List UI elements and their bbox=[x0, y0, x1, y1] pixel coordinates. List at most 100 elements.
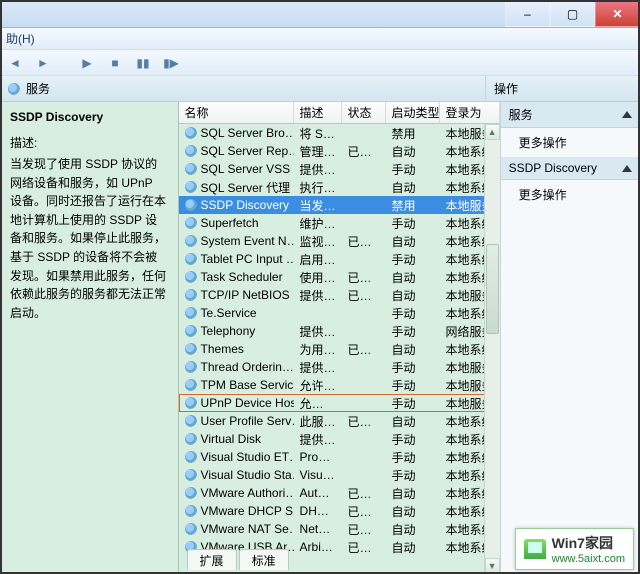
table-row[interactable]: Visual Studio Sta…Visu…手动本地系统 bbox=[179, 466, 500, 484]
table-row[interactable]: Virtual Disk提供…手动本地系统 bbox=[179, 430, 500, 448]
cell-desc: 提供… bbox=[294, 359, 342, 376]
table-row[interactable]: VMware DHCP S…DHC…已启动自动本地系统 bbox=[179, 502, 500, 520]
cell-name: Task Scheduler bbox=[201, 270, 283, 284]
actions-section-selected[interactable]: SSDP Discovery bbox=[501, 157, 640, 180]
table-row[interactable]: Task Scheduler使用…已启动自动本地系统 bbox=[179, 268, 500, 286]
table-row[interactable]: SQL Server 代理 …执行…自动本地系统 bbox=[179, 178, 500, 196]
cell-name: TPM Base Servic… bbox=[201, 378, 294, 392]
table-row[interactable]: Superfetch维护…手动本地系统 bbox=[179, 214, 500, 232]
table-row[interactable]: Tablet PC Input …启用…手动本地系统 bbox=[179, 250, 500, 268]
play-icon[interactable]: ▶ bbox=[78, 54, 96, 72]
cell-startup: 自动 bbox=[386, 233, 440, 250]
table-row[interactable]: Te.Service手动本地系统 bbox=[179, 304, 500, 322]
cell-startup: 手动 bbox=[386, 449, 440, 466]
service-icon bbox=[185, 361, 197, 373]
service-icon bbox=[185, 235, 197, 247]
service-icon bbox=[185, 451, 197, 463]
cell-desc: 使用… bbox=[294, 269, 342, 286]
tool-bar: ◄ ► ▶ ■ ▮▮ ▮▶ bbox=[0, 50, 640, 76]
cell-name: VMware DHCP S… bbox=[201, 504, 294, 518]
restart-icon[interactable]: ▮▶ bbox=[162, 54, 180, 72]
description-label: 描述: bbox=[10, 134, 168, 151]
service-icon bbox=[185, 271, 197, 283]
cell-status: 已启动 bbox=[342, 341, 386, 358]
cell-name: Virtual Disk bbox=[201, 432, 261, 446]
actions-section-services[interactable]: 服务 bbox=[501, 102, 640, 128]
service-icon bbox=[185, 307, 197, 319]
nav-back-icon[interactable]: ◄ bbox=[6, 54, 24, 72]
cell-name: Telephony bbox=[201, 324, 256, 338]
table-row[interactable]: SQL Server Rep…管理…已启动自动本地系统 bbox=[179, 142, 500, 160]
table-row[interactable]: Themes为用…已启动自动本地系统 bbox=[179, 340, 500, 358]
table-row[interactable]: Thread Orderin…提供…手动本地服务 bbox=[179, 358, 500, 376]
table-row[interactable]: VMware NAT Se…Net…已启动自动本地系统 bbox=[179, 520, 500, 538]
main-content: SSDP Discovery 描述: 当发现了使用 SSDP 协议的网络设备和服… bbox=[0, 102, 640, 574]
cell-startup: 手动 bbox=[386, 251, 440, 268]
cell-desc: Visu… bbox=[294, 468, 342, 482]
table-row[interactable]: Telephony提供…手动网络服务 bbox=[179, 322, 500, 340]
service-icon bbox=[185, 181, 197, 193]
scroll-down-icon[interactable]: ▼ bbox=[485, 558, 500, 574]
cell-startup: 自动 bbox=[386, 521, 440, 538]
col-logon[interactable]: 登录为 bbox=[440, 102, 500, 123]
service-icon bbox=[185, 397, 197, 409]
cell-desc: 提供… bbox=[294, 287, 342, 304]
cell-status: 已启动 bbox=[342, 521, 386, 538]
service-icon bbox=[185, 433, 197, 445]
cell-desc: DHC… bbox=[294, 504, 342, 518]
service-icon bbox=[185, 145, 197, 157]
col-status[interactable]: 状态 bbox=[342, 102, 386, 123]
watermark: Win7家园 www.5aixt.com bbox=[515, 528, 634, 570]
cell-status: 已启动 bbox=[342, 233, 386, 250]
cell-startup: 自动 bbox=[386, 539, 440, 556]
table-row[interactable]: UPnP Device Host允许 …手动本地服务 bbox=[179, 394, 500, 412]
table-row[interactable]: User Profile Serv…此服…已启动自动本地系统 bbox=[179, 412, 500, 430]
service-icon bbox=[185, 217, 197, 229]
cell-desc: 为用… bbox=[294, 341, 342, 358]
col-name[interactable]: 名称 bbox=[179, 102, 294, 123]
service-icon bbox=[185, 253, 197, 265]
watermark-title: Win7家园 bbox=[552, 535, 613, 551]
table-row[interactable]: VMware Authori…Auth…已启动自动本地系统 bbox=[179, 484, 500, 502]
actions-more-1[interactable]: 更多操作 bbox=[501, 128, 640, 157]
maximize-icon: ▢ bbox=[567, 7, 578, 21]
cell-name: VMware Authori… bbox=[201, 486, 294, 500]
tab-extended[interactable]: 扩展 bbox=[187, 549, 237, 570]
cell-name: Superfetch bbox=[201, 216, 259, 230]
selected-service-title: SSDP Discovery bbox=[10, 110, 168, 124]
nav-forward-icon[interactable]: ► bbox=[34, 54, 52, 72]
close-button[interactable]: ✕ bbox=[595, 0, 640, 27]
cell-startup: 禁用 bbox=[386, 125, 440, 142]
scrollbar-vertical[interactable]: ▲ ▼ bbox=[484, 124, 500, 574]
tab-standard[interactable]: 标准 bbox=[239, 549, 289, 570]
collapse-icon bbox=[622, 165, 632, 172]
table-row[interactable]: SQL Server VSS …提供…手动本地系统 bbox=[179, 160, 500, 178]
stop-icon[interactable]: ■ bbox=[106, 54, 124, 72]
table-row[interactable]: System Event N…监视…已启动自动本地系统 bbox=[179, 232, 500, 250]
cell-startup: 自动 bbox=[386, 485, 440, 502]
service-rows: SQL Server Bro…将 S…禁用本地服务SQL Server Rep…… bbox=[179, 124, 500, 574]
table-row[interactable]: TPM Base Servic…允许…手动本地服务 bbox=[179, 376, 500, 394]
cell-name: Visual Studio ET… bbox=[201, 450, 294, 464]
table-row[interactable]: SSDP Discovery当发…禁用本地服务 bbox=[179, 196, 500, 214]
cell-name: Thread Orderin… bbox=[201, 360, 294, 374]
pause-icon[interactable]: ▮▮ bbox=[134, 54, 152, 72]
service-icon bbox=[185, 523, 197, 535]
scroll-up-icon[interactable]: ▲ bbox=[485, 124, 500, 140]
scroll-thumb[interactable] bbox=[486, 244, 499, 334]
col-desc[interactable]: 描述 bbox=[294, 102, 342, 123]
cell-startup: 自动 bbox=[386, 143, 440, 160]
menu-help[interactable]: 助(H) bbox=[6, 30, 35, 47]
table-row[interactable]: Visual Studio ET…Prov…手动本地系统 bbox=[179, 448, 500, 466]
minimize-button[interactable]: – bbox=[505, 0, 550, 27]
cell-startup: 手动 bbox=[386, 305, 440, 322]
maximize-button[interactable]: ▢ bbox=[550, 0, 595, 27]
col-startup[interactable]: 启动类型 bbox=[386, 102, 440, 123]
table-row[interactable]: SQL Server Bro…将 S…禁用本地服务 bbox=[179, 124, 500, 142]
cell-name: Themes bbox=[201, 342, 244, 356]
column-headers: 名称 描述 状态 启动类型 登录为 bbox=[179, 102, 500, 124]
cell-startup: 自动 bbox=[386, 341, 440, 358]
actions-more-2[interactable]: 更多操作 bbox=[501, 180, 640, 209]
description-panel: SSDP Discovery 描述: 当发现了使用 SSDP 协议的网络设备和服… bbox=[0, 102, 179, 574]
table-row[interactable]: TCP/IP NetBIOS …提供…已启动自动本地服务 bbox=[179, 286, 500, 304]
